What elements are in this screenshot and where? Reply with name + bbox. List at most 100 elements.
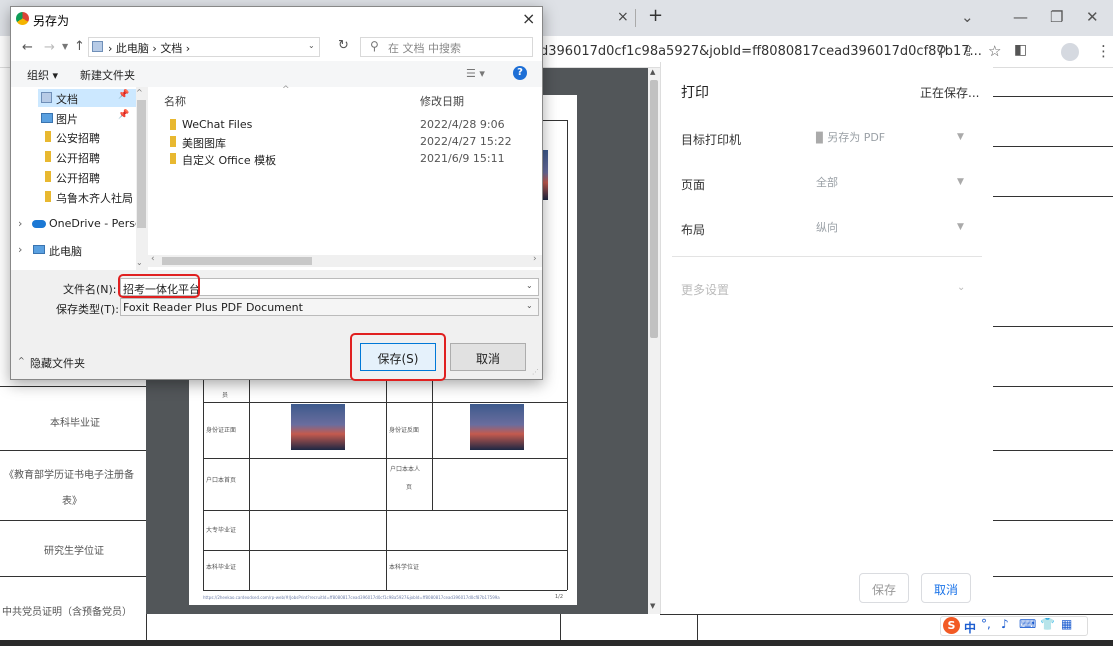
breadcrumb-item[interactable]: › 此电脑 › 文档 › — [108, 40, 190, 56]
nav-item-onedrive[interactable]: OneDrive - Persc — [49, 217, 141, 230]
new-folder-button[interactable]: 新建文件夹 — [80, 67, 135, 83]
nav-item-documents[interactable]: 文档 — [56, 91, 78, 107]
column-header-name[interactable]: 名称 — [164, 93, 186, 109]
preview-photo — [291, 404, 345, 450]
organize-button[interactable]: 组织 ▾ — [27, 67, 58, 83]
file-item[interactable]: 自定义 Office 模板 — [182, 152, 276, 168]
bg-row-label: 表》 — [62, 496, 82, 507]
share-icon[interactable]: ⇪ — [962, 42, 975, 60]
profile-icon[interactable] — [1061, 43, 1079, 61]
tab-divider — [635, 9, 636, 27]
chevron-down-icon[interactable]: ⌄ — [526, 281, 533, 290]
forward-arrow-icon[interactable]: → — [44, 40, 55, 55]
scroll-down-icon[interactable]: ▼ — [650, 602, 655, 610]
zoom-icon[interactable]: ⚲ — [936, 42, 947, 60]
nav-item-pictures[interactable]: 图片 — [56, 111, 78, 127]
file-date: 2022/4/28 9:06 — [420, 118, 505, 131]
filetype-value[interactable]: Foxit Reader Plus PDF Document — [123, 301, 303, 314]
save-highlight-annotation — [350, 333, 446, 381]
up-arrow-icon[interactable]: ↑ — [74, 39, 85, 54]
folder-icon — [170, 136, 176, 147]
scroll-up-icon[interactable]: ▲ — [650, 68, 655, 76]
chevron-down-icon[interactable]: ⌄ — [308, 41, 315, 50]
help-icon[interactable]: ? — [513, 66, 527, 80]
bg-rule — [697, 614, 698, 640]
file-item[interactable]: 美图图库 — [182, 135, 226, 151]
nav-item-folder[interactable]: 公开招聘 — [56, 170, 100, 186]
sogou-logo-icon[interactable]: S — [943, 617, 960, 634]
bg-rule — [993, 386, 1113, 387]
chevron-down-icon[interactable]: ⌄ — [957, 282, 965, 293]
toolbox-icon[interactable]: ▦ — [1061, 617, 1072, 631]
maximize-icon[interactable]: ❐ — [1050, 8, 1063, 26]
scroll-right-icon[interactable]: › — [533, 254, 537, 264]
print-cancel-button[interactable]: 取消 — [921, 573, 972, 603]
dialog-close-icon[interactable]: × — [522, 9, 535, 28]
preview-rule — [567, 120, 568, 590]
new-tab-icon[interactable]: + — [648, 5, 663, 26]
chevron-up-icon[interactable]: ^ — [18, 356, 25, 365]
dialog-cancel-button[interactable]: 取消 — [450, 343, 526, 371]
pages-label: 页面 — [681, 178, 706, 192]
layout-select[interactable]: 纵向 — [806, 214, 976, 240]
preview-label: 身份证正面 — [206, 427, 237, 434]
horizontal-scrollbar-thumb[interactable] — [162, 257, 312, 265]
expand-chevron-icon[interactable]: › — [18, 217, 22, 230]
folder-icon — [45, 191, 51, 202]
preview-scrollbar-thumb[interactable] — [650, 80, 658, 338]
window-close-icon[interactable]: ✕ — [1086, 8, 1099, 26]
punctuation-icon[interactable]: °, — [981, 617, 991, 631]
keyboard-icon[interactable]: ⌨ — [1019, 617, 1036, 631]
url-text[interactable]: d396017d0cf1c98a5927&jobId=ff8080817cead… — [540, 44, 982, 59]
bg-rule — [993, 520, 1113, 521]
microphone-icon[interactable]: ♪ — [1001, 617, 1009, 631]
more-settings[interactable]: 更多设置 — [681, 281, 729, 298]
back-arrow-icon[interactable]: ← — [22, 40, 33, 55]
search-icon: ⚲ — [370, 39, 379, 53]
chevron-down-icon: ▼ — [957, 132, 964, 142]
menu-icon[interactable]: ⋮ — [1096, 42, 1111, 60]
bg-rule — [993, 576, 1113, 577]
tab-search-icon[interactable]: ⌄ — [961, 8, 974, 26]
folder-icon — [45, 131, 51, 142]
documents-icon — [92, 41, 103, 52]
destination-select[interactable]: ▉ 另存为 PDF — [806, 124, 976, 150]
file-item[interactable]: WeChat Files — [182, 118, 252, 131]
filename-highlight-annotation — [118, 274, 200, 298]
scroll-down-icon[interactable]: ⌄ — [136, 258, 143, 267]
recent-chevron-icon[interactable]: ▼ — [62, 42, 68, 51]
column-header-date[interactable]: 修改日期 — [420, 93, 464, 109]
pages-select[interactable]: 全部 — [806, 169, 976, 195]
preview-footer-url: https://2heekao.cardeodsed.com/rp-web/#/… — [203, 595, 500, 600]
skin-icon[interactable]: 👕 — [1040, 617, 1055, 631]
scroll-left-icon[interactable]: ‹ — [151, 254, 155, 264]
side-panel-icon[interactable]: ◧ — [1014, 42, 1027, 58]
preview-label: 本科学位证 — [389, 564, 420, 571]
preview-label: 员 — [222, 392, 229, 399]
expand-chevron-icon[interactable]: › — [18, 243, 22, 256]
minimize-icon[interactable]: — — [1013, 8, 1028, 26]
chevron-down-icon: ▼ — [957, 177, 964, 187]
nav-item-folder[interactable]: 公安招聘 — [56, 130, 100, 146]
chevron-down-icon[interactable]: ⌄ — [526, 301, 533, 310]
view-options-icon[interactable]: ☰ ▾ — [466, 67, 485, 80]
ime-mode[interactable]: 中 — [964, 619, 976, 636]
refresh-icon[interactable]: ↻ — [338, 38, 349, 53]
panel-divider — [672, 256, 982, 257]
document-icon: ▉ — [816, 133, 824, 144]
hide-folders-toggle[interactable]: 隐藏文件夹 — [30, 355, 85, 371]
print-save-button[interactable]: 保存 — [859, 573, 910, 603]
preview-label: 户口本首页 — [206, 477, 237, 484]
nav-item-this-pc[interactable]: 此电脑 — [49, 243, 82, 259]
tab-close-icon[interactable]: × — [617, 9, 629, 25]
nav-scrollbar-thumb[interactable] — [137, 100, 146, 228]
star-icon[interactable]: ☆ — [988, 42, 1001, 60]
bg-rule — [660, 614, 1113, 615]
nav-item-folder[interactable]: 乌鲁木齐人社局 — [56, 190, 136, 206]
resize-grip-icon[interactable]: ⋰ — [532, 368, 539, 376]
dialog-titlebar — [11, 7, 542, 33]
nav-item-folder[interactable]: 公开招聘 — [56, 150, 100, 166]
scroll-up-icon[interactable]: ^ — [136, 88, 143, 97]
print-status: 正在保存... — [920, 86, 980, 100]
folder-icon — [45, 171, 51, 182]
